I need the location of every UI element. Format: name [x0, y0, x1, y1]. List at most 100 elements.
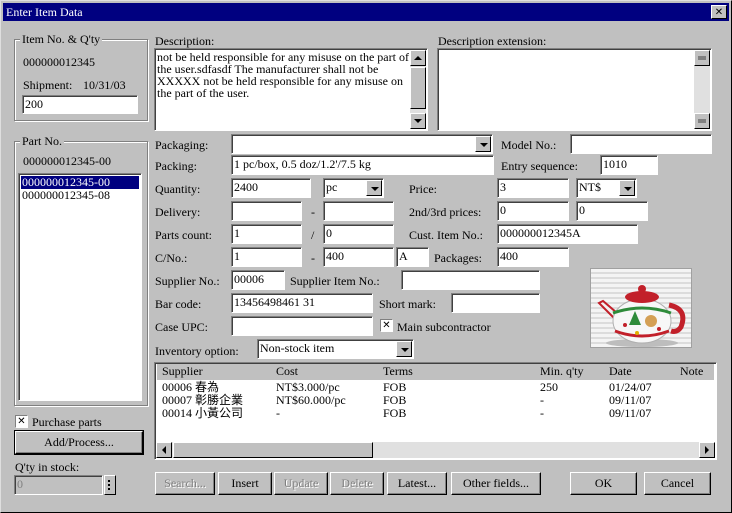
cust-item-label: Cust. Item No.: — [409, 228, 483, 242]
supplier-grid[interactable]: Supplier Cost Terms Min. q'ty Date Note … — [154, 362, 717, 460]
grid-cell-supplier: 00014 小黃公司 — [162, 406, 244, 420]
delivery-to-input[interactable] — [323, 201, 394, 221]
delivery-from-input[interactable] — [231, 201, 302, 221]
scroll-right-icon[interactable] — [699, 442, 715, 458]
scroll-down-icon[interactable] — [694, 113, 710, 129]
grid-cell-cost: NT$60.000/pc — [276, 393, 346, 407]
grid-header-note: Note — [680, 364, 704, 378]
grid-hscrollbar[interactable] — [156, 442, 715, 458]
parts-count-a-input[interactable]: 1 — [231, 224, 302, 244]
packing-input[interactable]: 1 pc/box, 0.5 doz/1.2'/7.5 kg — [231, 155, 494, 175]
price-2-input[interactable]: 0 — [497, 201, 569, 221]
quantity-input[interactable]: 2400 — [231, 178, 311, 198]
supplier-no-input[interactable]: 00006 — [231, 270, 285, 290]
unit-select[interactable]: pc — [323, 178, 384, 198]
window-title: Enter Item Data — [6, 5, 83, 19]
part-no-list[interactable]: 000000012345-00 000000012345-08 — [18, 173, 142, 401]
ok-button[interactable]: OK — [570, 472, 637, 495]
inventory-option-label: Inventory option: — [155, 344, 239, 358]
parts-count-label: Parts count: — [155, 228, 212, 242]
inventory-option-select[interactable]: Non-stock item — [257, 339, 414, 359]
purchase-parts-label: Purchase parts — [32, 415, 102, 429]
short-mark-input[interactable] — [451, 293, 540, 313]
barcode-label: Bar code: — [155, 297, 202, 311]
description-ext-label: Description extension: — [438, 34, 547, 48]
spinner-dot-icon — [108, 488, 110, 490]
scroll-thumb[interactable] — [410, 67, 426, 109]
latest-button[interactable]: Latest... — [387, 472, 447, 495]
table-row[interactable]: 00014 小黃公司 - FOB - 09/11/07 — [157, 407, 714, 420]
barcode-input[interactable]: 13456498461 31 — [231, 293, 373, 313]
purchase-parts-checkbox[interactable]: ✕ — [15, 415, 28, 428]
hscroll-thumb[interactable] — [173, 442, 373, 458]
scroll-up-icon[interactable] — [694, 50, 710, 66]
shipment-label: Shipment: — [23, 78, 73, 92]
supplier-no-label: Supplier No.: — [155, 274, 220, 288]
description-ext-scrollbar[interactable] — [694, 50, 710, 129]
part-no-group-title: Part No. — [20, 134, 64, 148]
cno-from-input[interactable]: 1 — [231, 247, 302, 267]
insert-button[interactable]: Insert — [218, 472, 272, 495]
scroll-down-icon[interactable] — [410, 113, 426, 129]
chevron-down-icon[interactable] — [475, 136, 491, 152]
close-icon[interactable]: ✕ — [711, 5, 727, 19]
quantity-label: Quantity: — [155, 182, 201, 196]
scroll-left-icon[interactable] — [156, 442, 172, 458]
price-label: Price: — [409, 182, 437, 196]
grid-header-date: Date — [609, 364, 632, 378]
grid-cell-date: 09/11/07 — [609, 406, 652, 420]
description-textarea[interactable]: not be held responsible for any misuse o… — [154, 48, 428, 131]
entry-sequence-input[interactable]: 1010 — [600, 155, 658, 175]
item-qty-group-title: Item No. & Q'ty — [20, 32, 103, 46]
price-3-input[interactable]: 0 — [576, 201, 648, 221]
teapot-icon — [597, 285, 686, 347]
grid-header-terms: Terms — [383, 364, 413, 378]
delete-button[interactable]: Delete — [330, 472, 384, 495]
supplier-item-input[interactable] — [401, 270, 540, 290]
search-button[interactable]: Search... — [155, 472, 215, 495]
main-subcontractor-label: Main subcontractor — [397, 320, 491, 334]
price-input[interactable]: 3 — [497, 178, 569, 198]
description-label: Description: — [155, 34, 215, 48]
packaging-select[interactable] — [231, 134, 493, 154]
item-qty-group: Item No. & Q'ty 000000012345 Shipment: 1… — [14, 32, 148, 121]
description-ext-textarea[interactable] — [437, 48, 712, 131]
update-button[interactable]: Update — [274, 472, 328, 495]
packages-label: Packages: — [434, 251, 482, 265]
packing-label: Packing: — [155, 159, 197, 173]
qty-input[interactable]: 200 — [22, 95, 138, 114]
other-fields-button[interactable]: Other fields... — [451, 472, 541, 495]
currency-select[interactable]: NT$ — [576, 178, 637, 198]
product-image — [590, 268, 692, 348]
grid-cell-min-qty: - — [540, 406, 544, 420]
add-process-button[interactable]: Add/Process... — [14, 430, 144, 455]
chevron-down-icon[interactable] — [366, 180, 382, 196]
main-subcontractor-checkbox[interactable]: ✕ — [380, 319, 393, 332]
unit-value: pc — [326, 180, 338, 194]
qty-stock-spinner[interactable] — [104, 475, 116, 495]
chevron-down-icon[interactable] — [619, 180, 635, 196]
cno-suffix-input[interactable]: A — [396, 247, 429, 267]
parts-count-slash: / — [311, 228, 315, 242]
case-upc-input[interactable] — [231, 316, 373, 336]
packages-input[interactable]: 400 — [497, 247, 569, 267]
case-upc-label: Case UPC: — [155, 320, 209, 334]
cancel-button[interactable]: Cancel — [644, 472, 711, 495]
model-no-input[interactable] — [570, 134, 712, 154]
cno-to-input[interactable]: 400 — [323, 247, 394, 267]
delivery-dash: - — [311, 205, 315, 219]
cust-item-input[interactable]: 000000012345A — [497, 224, 638, 244]
grid-header-supplier: Supplier — [162, 364, 203, 378]
current-part-no: 000000012345-00 — [23, 154, 111, 168]
parts-count-b-input[interactable]: 0 — [323, 224, 394, 244]
cno-dash: - — [311, 251, 315, 265]
grid-cell-cost: - — [276, 406, 280, 420]
delivery-label: Delivery: — [155, 205, 201, 219]
grid-header-min-qty: Min. q'ty — [540, 364, 584, 378]
description-scrollbar[interactable] — [410, 50, 426, 129]
grid-header-cost: Cost — [276, 364, 299, 378]
chevron-down-icon[interactable] — [396, 341, 412, 357]
currency-value: NT$ — [579, 180, 601, 194]
scroll-up-icon[interactable] — [410, 50, 426, 66]
part-list-item[interactable]: 000000012345-08 — [21, 189, 110, 202]
